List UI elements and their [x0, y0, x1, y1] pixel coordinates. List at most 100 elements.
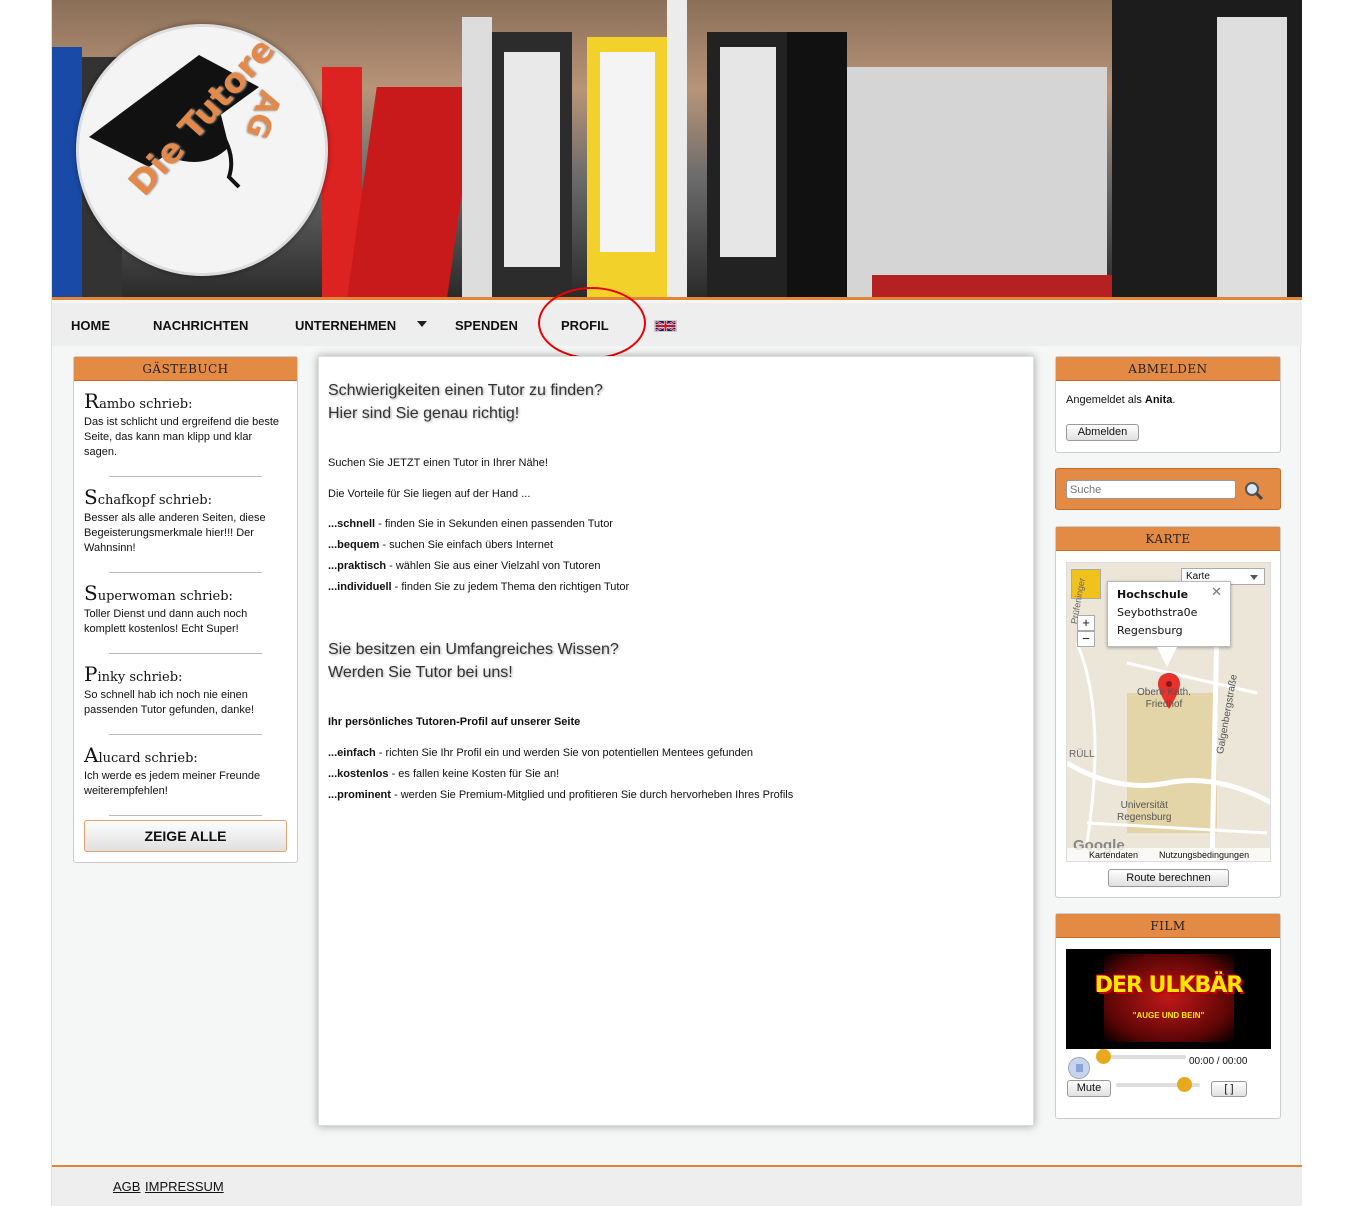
benefit-keyword: ...individuell — [328, 581, 392, 593]
guestbook-entry: Rambo schrieb: Das ist schlicht und ergr… — [84, 389, 287, 477]
nav-nachrichten[interactable]: NACHRICHTEN — [153, 318, 248, 333]
benefit-keyword: ...einfach — [328, 747, 376, 759]
guestbook-box: GÄSTEBUCH Rambo schrieb: Das ist schlich… — [73, 356, 298, 863]
benefit-item: ...bequem - suchen Sie einfach übers Int… — [328, 539, 553, 551]
map-label-university: Universität Regensburg — [1117, 800, 1171, 824]
binder-label-right — [1217, 17, 1287, 297]
video-player[interactable]: DER ULKBÄR "AUGE UND BEIN" — [1066, 949, 1271, 1049]
search-box — [1055, 468, 1281, 510]
map-view[interactable]: + − Karte Hochschule Seybothstra0e Regen… — [1066, 562, 1271, 862]
divider — [109, 476, 262, 477]
guestbook-author: Rambo schrieb: — [84, 389, 287, 413]
fullscreen-button[interactable]: [ ] — [1211, 1081, 1247, 1097]
guestbook-entry: Superwoman schrieb: Toller Dienst und da… — [84, 581, 287, 654]
guestbook-text: Das ist schlicht und ergreifend die best… — [84, 416, 280, 458]
page: Die Tutoren AG HOME NACHRICHTEN UNTERNEH… — [51, 0, 1302, 1206]
play-button[interactable] — [1068, 1057, 1090, 1079]
guestbook-text: Ich werde es jedem meiner Freunde weiter… — [84, 770, 261, 797]
video-curtain — [1104, 954, 1234, 1042]
guestbook-entry: Pinky schrieb: So schnell hab ich noch n… — [84, 662, 287, 735]
shelf-divider — [667, 0, 687, 297]
progress-track[interactable] — [1102, 1055, 1186, 1059]
heading-find-tutor: Schwierigkeiten einen Tutor zu finden? H… — [328, 379, 603, 425]
nav-spenden[interactable]: SPENDEN — [455, 318, 518, 333]
guestbook-author: Superwoman schrieb: — [84, 581, 287, 605]
map-label-line: Friedhof — [1145, 699, 1183, 710]
author-rest: chafkopf schrieb: — [97, 493, 212, 508]
logged-in-suffix: . — [1172, 394, 1176, 406]
binder-label-yellow — [600, 52, 655, 252]
benefit-keyword: ...bequem — [328, 539, 380, 551]
benefit-keyword: ...praktisch — [328, 560, 387, 572]
intro-text: Suchen Sie JETZT einen Tutor in Ihrer Nä… — [328, 457, 548, 469]
map-label-rull: RÜLL — [1069, 749, 1095, 760]
time-display: 00:00 / 00:00 — [1189, 1056, 1248, 1067]
username: Anita — [1144, 394, 1173, 406]
map-data-link[interactable]: Kartendaten — [1089, 848, 1138, 861]
divider — [109, 734, 262, 735]
heading-become-tutor: Sie besitzen ein Umfangreiches Wissen? W… — [328, 638, 619, 684]
show-all-button[interactable]: ZEIGE ALLE — [84, 820, 287, 852]
profile-title: Ihr persönliches Tutoren-Profil auf unse… — [328, 716, 581, 728]
search-input[interactable] — [1066, 480, 1236, 499]
guestbook-text: So schnell hab ich noch nie einen passen… — [84, 689, 255, 716]
route-button[interactable]: Route berechnen — [1108, 869, 1229, 887]
benefit-text: - werden Sie Premium-Mitglied und profit… — [390, 789, 794, 801]
author-initial: P — [84, 662, 98, 686]
author-rest: lucard schrieb: — [98, 751, 198, 766]
nav-home[interactable]: HOME — [71, 318, 110, 333]
heading-line: Werden Sie Tutor bei uns! — [328, 664, 513, 681]
zoom-out-button[interactable]: − — [1077, 631, 1095, 647]
author-initial: A — [84, 743, 99, 767]
search-icon[interactable] — [1244, 481, 1264, 501]
shelf-back — [847, 67, 1107, 297]
guestbook-entry: Alucard schrieb: Ich werde es jedem mein… — [84, 743, 287, 816]
heading-line: Sie besitzen ein Umfangreiches Wissen? — [328, 641, 619, 658]
highlight-circle — [538, 287, 646, 359]
map-info-window: Hochschule Seybothstra0e Regensburg ✕ — [1107, 581, 1231, 647]
guestbook-list: Rambo schrieb: Das ist schlicht und ergr… — [74, 389, 297, 816]
binder-label-mathe — [720, 47, 776, 257]
benefit-keyword: ...kostenlos — [328, 768, 389, 780]
profile-benefit: ...kostenlos - es fallen keine Kosten fü… — [328, 768, 559, 780]
footer-link-impressum[interactable]: IMPRESSUM — [145, 1179, 224, 1194]
main-navigation: HOME NACHRICHTEN UNTERNEHMEN SPENDEN PRO… — [52, 287, 1302, 359]
site-logo[interactable]: Die Tutoren AG — [76, 24, 328, 276]
benefit-item: ...schnell - finden Sie in Sekunden eine… — [328, 518, 613, 530]
play-icon — [1076, 1064, 1083, 1072]
map-title: KARTE — [1056, 527, 1280, 551]
nav-unternehmen[interactable]: UNTERNEHMEN — [295, 318, 396, 333]
author-rest: ambo schrieb: — [99, 397, 193, 412]
guestbook-title: GÄSTEBUCH — [74, 357, 297, 381]
benefit-item: ...praktisch - wählen Sie aus einer Viel… — [328, 560, 601, 572]
benefit-text: - es fallen keine Kosten für Sie an! — [388, 768, 560, 780]
chevron-down-icon[interactable] — [417, 321, 427, 327]
guestbook-text: Besser als alle anderen Seiten, diese Be… — [84, 512, 266, 554]
divider — [109, 653, 262, 654]
binder-black-3 — [787, 32, 847, 297]
profile-benefit: ...einfach - richten Sie Ihr Profil ein … — [328, 747, 753, 759]
logout-button[interactable]: Abmelden — [1066, 424, 1139, 441]
main-content: Schwierigkeiten einen Tutor zu finden? H… — [318, 356, 1034, 1126]
map-box: KARTE + − Karte Hochschule Seybothstra0e… — [1055, 526, 1281, 898]
close-icon[interactable]: ✕ — [1211, 584, 1222, 602]
profile-benefit: ...prominent - werden Sie Premium-Mitgli… — [328, 789, 793, 801]
benefit-text: - finden Sie in Sekunden einen passenden… — [375, 518, 613, 530]
guestbook-author: Alucard schrieb: — [84, 743, 287, 767]
info-title: Hochschule — [1117, 588, 1189, 601]
mute-button[interactable]: Mute — [1067, 1080, 1111, 1097]
progress-knob[interactable] — [1096, 1049, 1111, 1064]
video-title: DER ULKBÄR — [1094, 973, 1244, 998]
logout-title: ABMELDEN — [1056, 357, 1280, 381]
map-label-line: Regensburg — [1117, 812, 1172, 823]
video-subtitle: "AUGE UND BEIN" — [1132, 1011, 1205, 1020]
footer-link-agb[interactable]: AGB — [113, 1179, 140, 1194]
map-terms-link[interactable]: Nutzungsbedingungen — [1159, 848, 1249, 861]
volume-knob[interactable] — [1177, 1077, 1193, 1092]
header-banner: Die Tutoren AG — [52, 0, 1302, 300]
uk-flag-icon[interactable] — [654, 320, 677, 332]
logged-in-prefix: Angemeldet als — [1066, 394, 1145, 406]
intro-text: Die Vorteile für Sie liegen auf der Hand… — [328, 488, 531, 500]
film-title: FILM — [1056, 914, 1280, 938]
benefit-item: ...individuell - finden Sie zu jedem The… — [328, 581, 629, 593]
